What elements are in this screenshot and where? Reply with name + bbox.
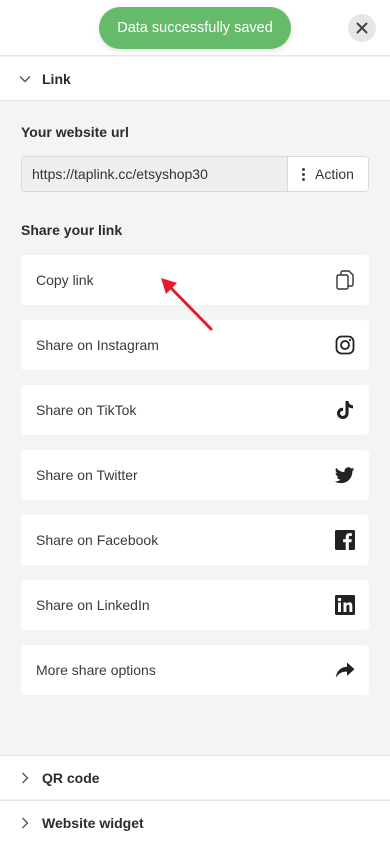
share-arrow-icon (335, 660, 355, 680)
share-item-copy-link[interactable]: Copy link (21, 255, 369, 305)
qr-code-section-title: QR code (42, 769, 100, 786)
linkedin-icon (335, 595, 355, 615)
share-heading: Share your link (21, 222, 123, 238)
copy-icon (335, 270, 355, 290)
share-item-label: More share options (36, 662, 156, 678)
share-item-label: Share on Instagram (36, 337, 159, 353)
twitter-icon (335, 465, 355, 485)
top-bar: Data successfully saved (0, 0, 390, 56)
share-item-linkedin[interactable]: Share on LinkedIn (21, 580, 369, 630)
share-item-label: Share on TikTok (36, 402, 137, 418)
close-button[interactable] (348, 14, 376, 42)
website-url-label: Your website url (21, 124, 129, 140)
action-button[interactable]: Action (288, 157, 368, 191)
qr-code-section-header[interactable]: QR code (0, 755, 390, 799)
share-item-twitter[interactable]: Share on Twitter (21, 450, 369, 500)
tiktok-icon (335, 400, 355, 420)
chevron-right-icon (18, 816, 32, 830)
share-item-more-options[interactable]: More share options (21, 645, 369, 695)
toast-message: Data successfully saved (117, 20, 273, 36)
share-item-facebook[interactable]: Share on Facebook (21, 515, 369, 565)
share-item-label: Share on Facebook (36, 532, 159, 548)
share-item-instagram[interactable]: Share on Instagram (21, 320, 369, 370)
chevron-right-icon (18, 771, 32, 785)
chevron-down-icon (18, 72, 32, 86)
share-item-label: Copy link (36, 272, 94, 288)
close-icon (356, 22, 368, 34)
share-item-tiktok[interactable]: Share on TikTok (21, 385, 369, 435)
link-section-title: Link (42, 70, 71, 87)
link-section-header[interactable]: Link (0, 57, 390, 101)
success-toast: Data successfully saved (99, 7, 291, 49)
share-item-label: Share on Twitter (36, 467, 138, 483)
facebook-icon (335, 530, 355, 550)
instagram-icon (335, 335, 355, 355)
website-url-input[interactable] (22, 157, 288, 191)
share-item-label: Share on LinkedIn (36, 597, 150, 613)
website-widget-section-header[interactable]: Website widget (0, 800, 390, 844)
website-widget-section-title: Website widget (42, 814, 144, 831)
more-vertical-icon (302, 167, 306, 182)
action-button-label: Action (315, 166, 354, 182)
url-field-group: Action (21, 156, 369, 192)
